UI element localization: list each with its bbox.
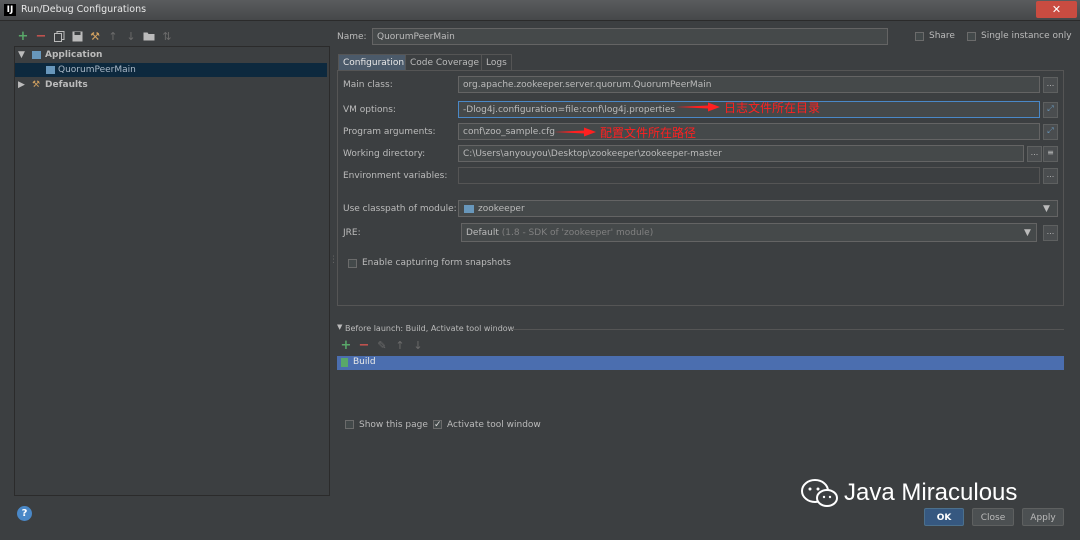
chevron-down-icon: ▼ <box>1024 228 1031 238</box>
wechat-logo-icon <box>801 479 838 507</box>
jre-value: Default <box>466 228 499 238</box>
remove-icon[interactable]: − <box>35 30 47 43</box>
jre-hint: (1.8 - SDK of 'zookeeper' module) <box>501 228 654 238</box>
vm-options-label: VM options: <box>343 105 396 115</box>
tab-configuration[interactable]: Configuration <box>338 54 410 71</box>
tab-logs[interactable]: Logs <box>481 54 512 71</box>
build-label: Build <box>353 357 376 367</box>
environment-variables-field[interactable] <box>458 167 1040 184</box>
activate-tool-checkbox[interactable]: ✓ <box>433 420 442 430</box>
sort-icon[interactable]: ⇅ <box>161 31 173 43</box>
working-directory-field[interactable]: C:\Users\anyouyou\Desktop\zookeeper\zook… <box>458 145 1024 162</box>
divider <box>512 329 1064 330</box>
main-class-field[interactable]: org.apache.zookeeper.server.quorum.Quoru… <box>458 76 1040 93</box>
tree-label-config: QuorumPeerMain <box>58 65 136 75</box>
folder-icon[interactable] <box>143 31 155 43</box>
add-task-icon[interactable]: + <box>340 339 352 352</box>
application-config-icon <box>46 66 55 74</box>
main-class-label: Main class: <box>343 80 393 90</box>
classpath-module-value: zookeeper <box>478 204 525 214</box>
tree-node-defaults[interactable]: ▶ ⚒ Defaults <box>15 78 327 92</box>
tree-label-application: Application <box>45 50 103 60</box>
share-label: Share <box>929 31 955 41</box>
program-arguments-field[interactable]: conf\zoo_sample.cfg <box>458 123 1040 140</box>
tab-code-coverage[interactable]: Code Coverage <box>405 54 485 71</box>
before-launch-item-build[interactable]: Build <box>337 356 1064 370</box>
name-label: Name: <box>337 32 367 42</box>
configuration-tree: ▼ Application QuorumPeerMain ▶ ⚒ Default… <box>14 46 330 496</box>
task-down-icon[interactable]: ↓ <box>412 340 424 352</box>
environment-variables-label: Environment variables: <box>343 171 448 181</box>
move-up-icon[interactable]: ↑ <box>107 31 119 43</box>
title-bar <box>0 0 1080 21</box>
help-icon[interactable]: ? <box>17 506 32 521</box>
move-down-icon[interactable]: ↓ <box>125 31 137 43</box>
single-instance-label: Single instance only <box>981 31 1072 41</box>
program-arguments-label: Program arguments: <box>343 127 436 137</box>
annotation-arrow-args <box>554 127 596 137</box>
copy-icon[interactable] <box>53 31 65 43</box>
watermark-text: Java Miraculous <box>844 479 1018 506</box>
close-button[interactable]: Close <box>972 508 1014 526</box>
intellij-app-icon: IJ <box>4 4 16 16</box>
application-icon <box>32 51 41 59</box>
before-launch-expand-icon[interactable]: ▼ <box>337 323 342 331</box>
single-instance-checkbox[interactable] <box>967 32 976 41</box>
annotation-program-args: 配置文件所在路径 <box>600 126 697 140</box>
module-folder-icon <box>464 205 474 213</box>
capture-snapshots-checkbox[interactable] <box>348 259 357 268</box>
working-directory-label: Working directory: <box>343 149 426 159</box>
ok-button[interactable]: OK <box>924 508 964 526</box>
jre-select[interactable]: Default (1.8 - SDK of 'zookeeper' module… <box>461 223 1037 242</box>
expand-vm-options-icon[interactable]: ⤢ <box>1043 102 1058 118</box>
browse-working-dir-button[interactable]: ... <box>1027 146 1042 162</box>
remove-task-icon[interactable]: − <box>358 339 370 352</box>
browse-jre-button[interactable]: ... <box>1043 225 1058 241</box>
window-title: Run/Debug Configurations <box>21 4 147 15</box>
expand-program-args-icon[interactable]: ⤢ <box>1043 124 1058 140</box>
expand-arrow-icon[interactable]: ▼ <box>18 48 25 62</box>
tree-label-defaults: Defaults <box>45 80 88 90</box>
macro-icon[interactable]: ≡ <box>1043 146 1058 162</box>
build-icon <box>341 358 348 367</box>
classpath-module-label: Use classpath of module: <box>343 204 457 214</box>
share-checkbox[interactable] <box>915 32 924 41</box>
wrench-icon[interactable]: ⚒ <box>89 31 101 43</box>
annotation-vm-options: 日志文件所在目录 <box>724 101 821 115</box>
activate-tool-label: Activate tool window <box>447 420 541 430</box>
apply-button[interactable]: Apply <box>1022 508 1064 526</box>
show-page-label: Show this page <box>359 420 428 430</box>
classpath-module-select[interactable]: zookeeper ▼ <box>458 200 1058 217</box>
window-close-button[interactable]: ✕ <box>1036 1 1077 18</box>
show-page-checkbox[interactable] <box>345 420 354 429</box>
save-icon[interactable] <box>71 31 83 43</box>
task-up-icon[interactable]: ↑ <box>394 340 406 352</box>
jre-label: JRE: <box>343 228 361 238</box>
name-field[interactable]: QuorumPeerMain <box>372 28 888 45</box>
tree-node-application[interactable]: ▼ Application <box>15 48 327 62</box>
add-icon[interactable]: + <box>17 30 29 43</box>
before-launch-title: Before launch: Build, Activate tool wind… <box>345 324 515 333</box>
chevron-down-icon: ▼ <box>1043 204 1050 214</box>
edit-task-icon[interactable]: ✎ <box>376 340 388 352</box>
defaults-wrench-icon: ⚒ <box>32 80 41 90</box>
edit-env-vars-button[interactable]: ... <box>1043 168 1058 184</box>
browse-main-class-button[interactable]: ... <box>1043 77 1058 93</box>
tree-node-quorumpeermain[interactable]: QuorumPeerMain <box>15 63 327 77</box>
capture-snapshots-label: Enable capturing form snapshots <box>362 258 511 268</box>
annotation-arrow-vm <box>676 102 720 112</box>
collapse-arrow-icon[interactable]: ▶ <box>18 78 25 92</box>
